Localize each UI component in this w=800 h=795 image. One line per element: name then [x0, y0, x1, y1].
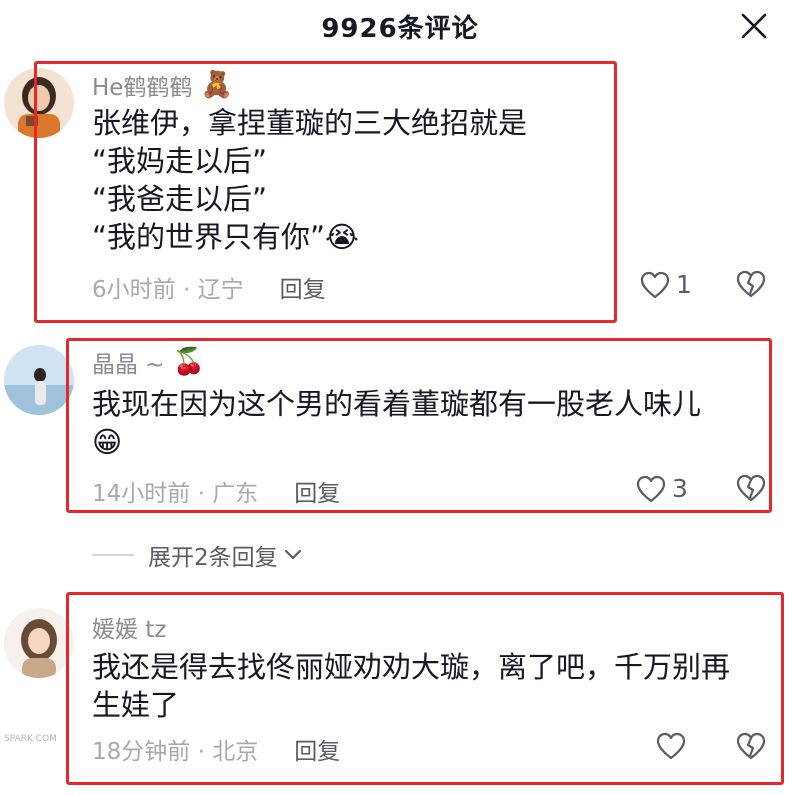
divider	[92, 554, 134, 556]
comments-header: 9926条评论	[0, 0, 800, 52]
comment-username[interactable]: 晶晶 ~ 🍒	[92, 345, 205, 379]
like-button[interactable]: 3	[636, 474, 688, 503]
avatar[interactable]	[4, 345, 74, 415]
chevron-down-icon	[284, 549, 301, 560]
comment-line: “我爸走以后”	[92, 182, 268, 216]
dislike-button[interactable]	[736, 732, 766, 764]
broken-heart-icon	[736, 474, 766, 502]
comment-meta: 6小时前 · 辽宁 回复	[92, 270, 326, 304]
like-button[interactable]	[656, 732, 686, 760]
reply-button[interactable]: 回复	[294, 732, 340, 766]
expand-replies-label: 展开2条回复	[148, 545, 278, 571]
reply-button[interactable]: 回复	[280, 270, 326, 304]
avatar[interactable]	[4, 608, 74, 678]
heart-icon	[656, 732, 686, 760]
username-text: 晶晶 ~	[92, 352, 165, 378]
comment-time-location: 6小时前 · 辽宁	[92, 277, 244, 303]
cherry-emoji: 🍒	[172, 347, 205, 377]
like-count: 1	[676, 270, 692, 299]
reply-button[interactable]: 回复	[294, 474, 340, 508]
avatar[interactable]	[4, 68, 74, 138]
expand-replies-button[interactable]: 展开2条回复	[92, 538, 302, 572]
heart-icon	[636, 475, 666, 502]
comment-meta: 14小时前 · 广东 回复	[92, 474, 340, 508]
comment-text: 张维伊，拿捏董璇的三大绝招就是 “我妈走以后” “我爸走以后” “我的世界只有你…	[92, 104, 527, 256]
comment-line: 我现在因为这个男的看着董璇都有一股老人味儿	[92, 387, 702, 421]
heart-icon	[640, 271, 670, 298]
comment-line: 我还是得去找佟丽娅劝劝大璇，离了吧，千万别再	[92, 650, 731, 684]
username-text: 媛媛 tz	[92, 617, 167, 643]
username-text: He鹤鹤鹤	[92, 75, 193, 101]
comment-username[interactable]: He鹤鹤鹤 🧸	[92, 68, 233, 102]
comment-line: 生娃了	[92, 688, 180, 722]
like-button[interactable]: 1	[640, 270, 692, 299]
dislike-button[interactable]	[736, 474, 766, 506]
like-count: 3	[672, 474, 688, 503]
comment-line: 张维伊，拿捏董璇的三大绝招就是	[92, 106, 528, 140]
dislike-button[interactable]	[736, 270, 766, 302]
comment-count-title: 9926条评论	[321, 13, 479, 44]
close-icon	[741, 13, 767, 39]
close-button[interactable]	[738, 10, 770, 42]
comment-text: 我现在因为这个男的看着董璇都有一股老人味儿 😁	[92, 385, 701, 461]
comment-line: “我的世界只有你”😭	[92, 220, 359, 254]
comment-time-location: 14小时前 · 广东	[92, 481, 259, 507]
teddy-bear-emoji: 🧸	[200, 70, 233, 100]
comment-line: “我妈走以后”	[92, 144, 268, 178]
watermark: SPARK·COM	[4, 734, 57, 744]
comment-time-location: 18分钟前 · 北京	[92, 739, 259, 765]
broken-heart-icon	[736, 270, 766, 298]
comment-username[interactable]: 媛媛 tz	[92, 610, 166, 644]
comment-line: 😁	[92, 425, 123, 459]
comment-text: 我还是得去找佟丽娅劝劝大璇，离了吧，千万别再 生娃了	[92, 648, 730, 724]
comment-meta: 18分钟前 · 北京 回复	[92, 732, 340, 766]
broken-heart-icon	[736, 732, 766, 760]
